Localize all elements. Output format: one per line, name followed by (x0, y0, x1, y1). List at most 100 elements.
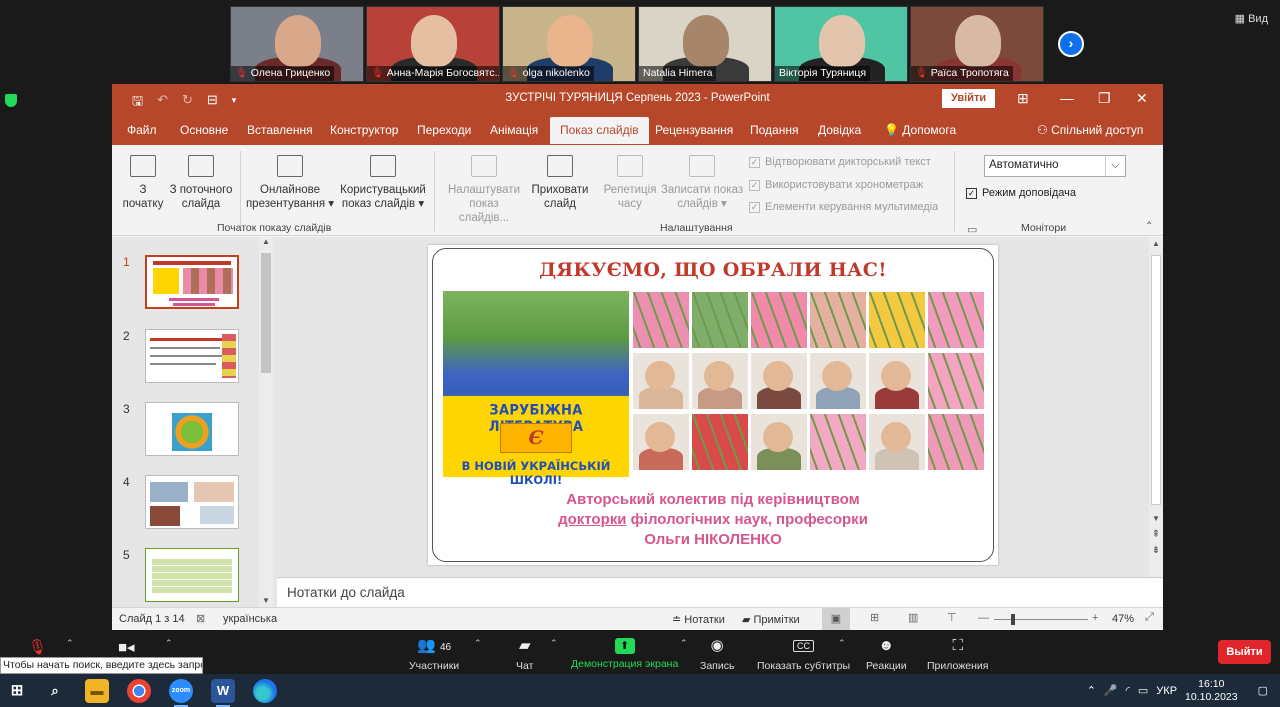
label: З поточного (169, 184, 233, 196)
scroll-down-icon[interactable]: ▼ (259, 596, 273, 605)
participant-video-tile[interactable]: 🎙 Олена Гриценко (230, 6, 364, 82)
tab-slideshow[interactable]: Показ слайдів (550, 117, 649, 144)
label: Режим доповідача (982, 187, 1077, 199)
tab-file[interactable]: Файл (127, 123, 157, 137)
scroll-down-icon[interactable]: ▼ (1149, 514, 1163, 523)
mic-icon[interactable]: 🎤 (1104, 684, 1118, 697)
zoom-slider-handle[interactable] (1011, 614, 1015, 625)
tab-animations[interactable]: Анімація (490, 123, 538, 137)
captions-options-icon[interactable]: ⌃ (838, 638, 846, 649)
slideshow-view-icon[interactable]: ⊤ (947, 611, 957, 624)
apps-button[interactable]: ⛶ Приложения (927, 636, 988, 672)
from-current-button[interactable]: З поточного слайда (166, 155, 236, 211)
zoom-level[interactable]: 47% (1112, 613, 1134, 625)
share-screen-button[interactable]: ⬆ Демонстрация экрана (571, 636, 678, 670)
search-icon[interactable]: ⌕ (43, 679, 67, 703)
participants-options-icon[interactable]: ⌃ (474, 638, 482, 649)
fit-to-window-icon[interactable]: ⤢ (1145, 611, 1154, 624)
reading-view-icon[interactable]: ▥ (908, 611, 918, 624)
comments-toggle[interactable]: ▰ Примітки (742, 613, 800, 626)
presenter-view-checkbox[interactable]: ✓ Режим доповідача (966, 187, 1076, 199)
participant-video-tile[interactable]: Natalia Himera (638, 6, 772, 82)
video-options-icon[interactable]: ⌃ (165, 638, 173, 649)
participant-video-tile[interactable]: Вікторія Туряниця (774, 6, 908, 82)
scroll-up-icon[interactable]: ▲ (1149, 239, 1163, 248)
monitor-select[interactable]: Автоматично ⌵ (984, 155, 1126, 177)
language-indicator[interactable]: УКР (1156, 685, 1177, 697)
zoom-side-area (1163, 84, 1280, 630)
zoom-slider[interactable] (994, 619, 1088, 620)
tab-help[interactable]: Довідка (818, 123, 861, 137)
restore-icon[interactable]: ❐ (1098, 90, 1111, 107)
minimize-icon[interactable]: — (1060, 90, 1074, 106)
custom-show-button[interactable]: Користувацький показ слайдів ▾ (338, 155, 428, 211)
clock[interactable]: 16:10 10.10.2023 (1185, 678, 1238, 704)
scroll-thumb[interactable] (261, 253, 271, 373)
tab-home[interactable]: Основне (180, 123, 228, 137)
chat-button[interactable]: ▰ Чат (516, 636, 533, 672)
next-page-button[interactable]: › (1058, 31, 1084, 57)
normal-view-icon[interactable]: ▣ (822, 608, 850, 630)
hide-slide-button[interactable]: Приховати слайд (528, 155, 592, 211)
share-button[interactable]: ⚇ Спільний доступ (1037, 123, 1143, 137)
spellcheck-icon[interactable]: ⊠ (196, 612, 205, 625)
participant-video-tile[interactable]: 🎙 Раїса Тропотяга (910, 6, 1044, 82)
slide-thumbnail-5[interactable] (145, 548, 239, 602)
editor-scrollbar[interactable]: ▲ ▼ ⇞ ⇟ (1149, 237, 1163, 577)
edge-icon[interactable] (253, 679, 277, 703)
slide-heading: ДЯКУЄМО, ЩО ОБРАЛИ НАС! (539, 259, 887, 281)
close-icon[interactable]: ✕ (1136, 90, 1148, 107)
battery-icon[interactable]: ▭ (1138, 684, 1148, 697)
wifi-icon[interactable]: ◜ (1126, 684, 1130, 697)
label: Користувацький (340, 184, 426, 196)
zoom-in-icon[interactable]: + (1092, 612, 1098, 624)
reactions-button[interactable]: ☻ Реакции (866, 636, 907, 672)
participants-button[interactable]: 👥 46 Участники (409, 636, 459, 672)
notes-pane[interactable]: Нотатки до слайда (277, 577, 1163, 607)
chrome-icon[interactable] (127, 679, 151, 703)
captions-button[interactable]: CC Показать субтитры (757, 636, 850, 672)
online-present-button[interactable]: Онлайнове презентування ▾ (244, 155, 336, 211)
slide-thumbnail-1[interactable] (145, 255, 239, 309)
word-icon[interactable]: W (211, 679, 235, 707)
tab-transitions[interactable]: Переходи (417, 123, 471, 137)
slide-canvas[interactable]: ДЯКУЄМО, ЩО ОБРАЛИ НАС! ЗАРУБІЖНА ЛІТЕРА… (428, 245, 998, 565)
prev-slide-icon[interactable]: ⇞ (1149, 529, 1163, 540)
tell-me[interactable]: 💡 Допомога (884, 123, 956, 137)
slide-thumbnail-2[interactable] (145, 329, 239, 383)
zoom-icon[interactable]: zoom (169, 679, 193, 707)
tab-design[interactable]: Конструктор (330, 123, 398, 137)
audio-options-icon[interactable]: ⌃ (66, 638, 74, 649)
thumbnails-scrollbar[interactable]: ▲ ▼ (259, 237, 273, 607)
windows-start-icon[interactable]: ⊞ (5, 679, 29, 703)
ribbon-display-icon[interactable]: ⊞ (1017, 90, 1029, 107)
scroll-up-icon[interactable]: ▲ (259, 237, 273, 246)
chat-options-icon[interactable]: ⌃ (550, 638, 558, 649)
record-icon (689, 155, 715, 177)
leave-button[interactable]: Выйти (1218, 640, 1271, 664)
slide-thumbnail-4[interactable] (145, 475, 239, 529)
zoom-out-icon[interactable]: — (978, 612, 989, 624)
notes-toggle[interactable]: ≐ Нотатки (672, 613, 725, 626)
slide-sorter-icon[interactable]: ⊞ (870, 611, 879, 624)
author-photo (633, 414, 689, 470)
file-explorer-icon[interactable]: ▬ (85, 679, 109, 703)
from-beginning-button[interactable]: З початку (120, 155, 166, 211)
sign-in-button[interactable]: Увійти (942, 89, 996, 108)
share-options-icon[interactable]: ⌃ (680, 638, 688, 649)
slide-thumbnail-3[interactable] (145, 402, 239, 456)
scroll-thumb[interactable] (1151, 255, 1161, 505)
participant-video-tile[interactable]: 🎙 olga nikolenko (502, 6, 636, 82)
record-button[interactable]: ◉ Запись (700, 636, 734, 672)
view-button[interactable]: ▦ Вид (1235, 12, 1268, 25)
tulip-photo (928, 353, 984, 409)
tab-view[interactable]: Подання (750, 123, 798, 137)
tray-overflow-icon[interactable]: ⌃ (1087, 684, 1096, 697)
language-indicator[interactable]: українська (223, 613, 277, 625)
next-slide-icon[interactable]: ⇟ (1149, 545, 1163, 556)
notifications-icon[interactable]: ▢ (1258, 684, 1268, 697)
collapse-ribbon-icon[interactable]: ⌃ (1145, 221, 1153, 232)
participant-video-tile[interactable]: 🎙 Анна-Марія Богосвятс... (366, 6, 500, 82)
tab-review[interactable]: Рецензування (655, 123, 733, 137)
tab-insert[interactable]: Вставлення (247, 123, 313, 137)
